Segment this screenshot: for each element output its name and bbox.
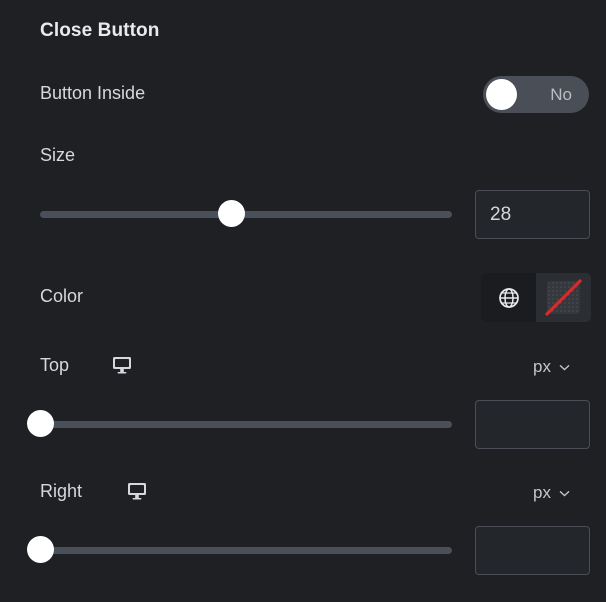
desktop-icon[interactable] (127, 482, 147, 500)
right-slider-handle[interactable] (26, 536, 54, 563)
top-value-input[interactable] (475, 400, 590, 449)
globe-icon (498, 287, 519, 308)
size-slider-handle[interactable] (218, 200, 246, 227)
chevron-down-icon (559, 364, 570, 371)
right-unit-select[interactable]: px (533, 483, 570, 503)
transparent-color-swatch[interactable] (544, 278, 583, 317)
size-value-input[interactable] (475, 190, 590, 239)
color-swatch-button[interactable] (536, 273, 591, 322)
top-slider-handle[interactable] (26, 410, 54, 437)
right-unit-label: px (533, 483, 551, 502)
desktop-icon[interactable] (112, 356, 132, 374)
top-label: Top (40, 355, 70, 375)
button-inside-toggle[interactable]: No (483, 76, 589, 113)
top-slider-track[interactable] (40, 421, 452, 428)
global-color-button[interactable] (481, 273, 536, 322)
section-title: Close Button (40, 20, 160, 41)
button-inside-label: Button Inside (40, 83, 146, 103)
right-label: Right (40, 481, 83, 501)
right-slider-track[interactable] (40, 547, 452, 554)
toggle-knob[interactable] (486, 79, 517, 110)
no-color-slash-icon (544, 278, 583, 317)
right-value-input[interactable] (475, 526, 590, 575)
size-label: Size (40, 145, 76, 165)
size-slider[interactable] (40, 200, 452, 227)
color-control[interactable] (481, 273, 591, 322)
close-button-settings-panel: Close Button Button Inside No Size Color (0, 0, 606, 602)
top-unit-select[interactable]: px (533, 357, 570, 377)
right-slider[interactable] (26, 536, 452, 563)
toggle-value-label: No (550, 84, 572, 104)
color-label: Color (40, 286, 84, 306)
chevron-down-icon (559, 490, 570, 497)
top-unit-label: px (533, 357, 551, 376)
size-slider-track[interactable] (40, 211, 452, 218)
top-slider[interactable] (26, 410, 452, 437)
